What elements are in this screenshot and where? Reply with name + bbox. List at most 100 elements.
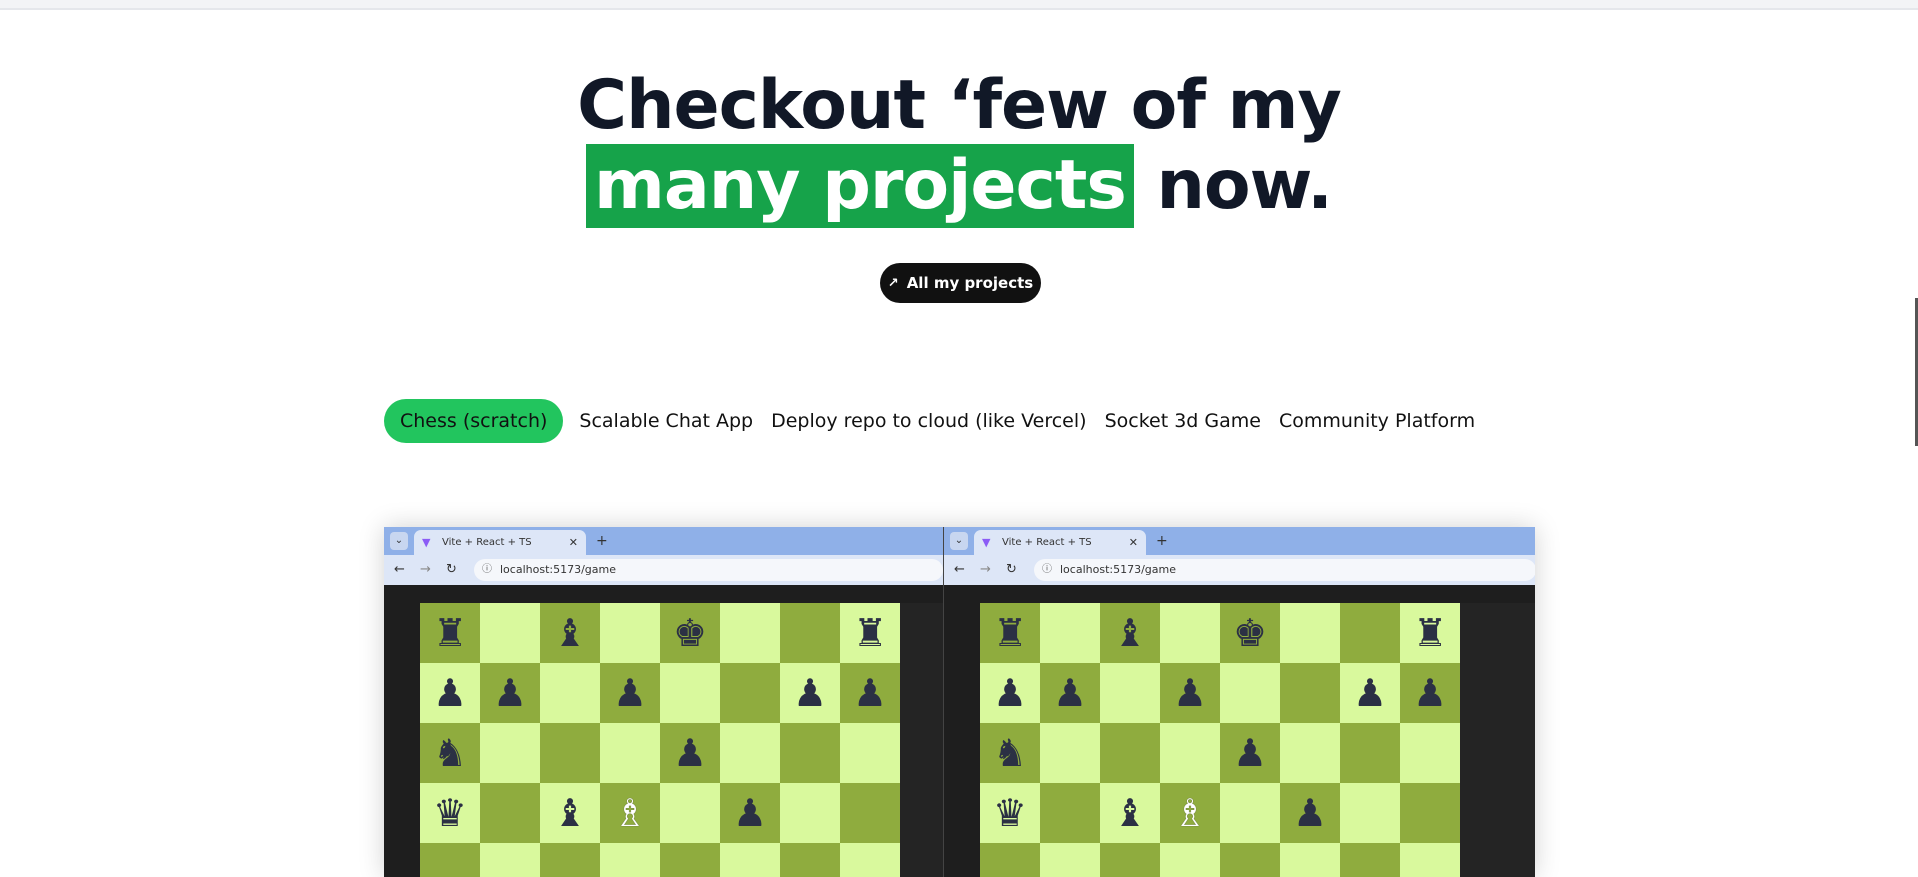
board-square[interactable] — [840, 843, 900, 877]
chess-piece-icon[interactable]: ♝ — [553, 614, 587, 652]
board-square[interactable] — [480, 723, 540, 783]
chess-piece-icon[interactable]: ♝ — [1113, 794, 1147, 832]
board-square[interactable] — [720, 723, 780, 783]
board-square[interactable] — [1220, 843, 1280, 877]
board-square[interactable]: ♟ — [1160, 663, 1220, 723]
board-square[interactable]: ♟ — [1040, 663, 1100, 723]
board-square[interactable]: ♟ — [1220, 723, 1280, 783]
board-square[interactable]: ♝ — [1100, 783, 1160, 843]
board-square[interactable]: ♜ — [1400, 603, 1460, 663]
board-square[interactable] — [1160, 603, 1220, 663]
chess-piece-icon[interactable]: ♛ — [433, 794, 467, 832]
board-square[interactable] — [1340, 783, 1400, 843]
board-square[interactable] — [720, 843, 780, 877]
chess-piece-icon[interactable]: ♟ — [993, 674, 1027, 712]
board-square[interactable]: ♟ — [720, 783, 780, 843]
board-square[interactable] — [1280, 663, 1340, 723]
board-square[interactable] — [1280, 843, 1340, 877]
chess-piece-icon[interactable]: ♜ — [1413, 614, 1447, 652]
tab-deploy-repo[interactable]: Deploy repo to cloud (like Vercel) — [769, 399, 1088, 443]
all-projects-button[interactable]: ↗ All my projects — [880, 263, 1041, 303]
board-square[interactable] — [1100, 843, 1160, 877]
chess-piece-icon[interactable]: ♚ — [1233, 614, 1267, 652]
board-square[interactable] — [1160, 723, 1220, 783]
board-square[interactable] — [1340, 843, 1400, 877]
board-square[interactable] — [1100, 723, 1160, 783]
board-square[interactable]: ♛ — [420, 783, 480, 843]
board-square[interactable]: ♟ — [480, 663, 540, 723]
board-square[interactable] — [1100, 663, 1160, 723]
board-square[interactable] — [1040, 783, 1100, 843]
board-square[interactable]: ♟ — [1280, 783, 1340, 843]
board-square[interactable] — [980, 843, 1040, 877]
board-square[interactable] — [540, 723, 600, 783]
board-square[interactable] — [1040, 843, 1100, 877]
board-square[interactable]: ♛ — [980, 783, 1040, 843]
chess-piece-icon[interactable]: ♚ — [673, 614, 707, 652]
board-square[interactable] — [1280, 603, 1340, 663]
chess-piece-icon[interactable]: ♝ — [1113, 614, 1147, 652]
chess-piece-icon[interactable]: ♟ — [733, 794, 767, 832]
board-square[interactable] — [660, 843, 720, 877]
board-square[interactable] — [780, 843, 840, 877]
board-square[interactable] — [720, 663, 780, 723]
tab-chat-app[interactable]: Scalable Chat App — [577, 399, 755, 443]
chess-piece-icon[interactable]: ♜ — [993, 614, 1027, 652]
chess-piece-icon[interactable]: ♟ — [1353, 674, 1387, 712]
chess-piece-icon[interactable]: ♞ — [993, 734, 1027, 772]
board-square[interactable] — [540, 843, 600, 877]
board-square[interactable]: ♟ — [660, 723, 720, 783]
board-square[interactable] — [720, 603, 780, 663]
board-square[interactable] — [1220, 663, 1280, 723]
board-square[interactable] — [780, 783, 840, 843]
board-square[interactable]: ♟ — [1340, 663, 1400, 723]
tab-chess[interactable]: Chess (scratch) — [384, 399, 564, 443]
board-square[interactable]: ♞ — [420, 723, 480, 783]
chess-piece-icon[interactable]: ♟ — [1233, 734, 1267, 772]
board-square[interactable]: ♜ — [980, 603, 1040, 663]
board-square[interactable]: ♟ — [980, 663, 1040, 723]
board-square[interactable] — [660, 663, 720, 723]
chess-piece-icon[interactable]: ♟ — [1293, 794, 1327, 832]
board-square[interactable] — [540, 663, 600, 723]
chess-piece-icon[interactable]: ♟ — [1053, 674, 1087, 712]
chess-piece-icon[interactable]: ♜ — [853, 614, 887, 652]
board-square[interactable]: ♟ — [600, 663, 660, 723]
chess-piece-icon[interactable]: ♟ — [433, 674, 467, 712]
board-square[interactable] — [780, 723, 840, 783]
board-square[interactable] — [780, 603, 840, 663]
board-square[interactable]: ♜ — [840, 603, 900, 663]
chess-piece-icon[interactable]: ♝ — [553, 794, 587, 832]
board-square[interactable] — [600, 603, 660, 663]
board-square[interactable] — [1040, 603, 1100, 663]
board-square[interactable] — [1040, 723, 1100, 783]
board-square[interactable] — [1160, 843, 1220, 877]
chess-piece-icon[interactable]: ♟ — [1173, 674, 1207, 712]
board-square[interactable]: ♟ — [420, 663, 480, 723]
board-square[interactable] — [1280, 723, 1340, 783]
board-square[interactable] — [660, 783, 720, 843]
board-square[interactable]: ♞ — [980, 723, 1040, 783]
board-square[interactable] — [600, 843, 660, 877]
board-square[interactable] — [600, 723, 660, 783]
chess-piece-icon[interactable]: ♟ — [853, 674, 887, 712]
chess-piece-icon[interactable]: ♟ — [793, 674, 827, 712]
chess-piece-icon[interactable]: ♟ — [493, 674, 527, 712]
chess-piece-icon[interactable]: ♗ — [613, 794, 647, 832]
board-square[interactable] — [840, 723, 900, 783]
board-square[interactable]: ♝ — [540, 603, 600, 663]
board-square[interactable] — [480, 843, 540, 877]
board-square[interactable] — [1340, 603, 1400, 663]
board-square[interactable]: ♟ — [780, 663, 840, 723]
board-square[interactable] — [1400, 843, 1460, 877]
board-square[interactable]: ♗ — [1160, 783, 1220, 843]
chess-piece-icon[interactable]: ♞ — [433, 734, 467, 772]
board-square[interactable] — [840, 783, 900, 843]
board-square[interactable] — [1340, 723, 1400, 783]
tab-socket-game[interactable]: Socket 3d Game — [1103, 399, 1263, 443]
board-square[interactable] — [1400, 723, 1460, 783]
chess-piece-icon[interactable]: ♛ — [993, 794, 1027, 832]
board-square[interactable] — [480, 783, 540, 843]
board-square[interactable]: ♝ — [540, 783, 600, 843]
chess-piece-icon[interactable]: ♜ — [433, 614, 467, 652]
